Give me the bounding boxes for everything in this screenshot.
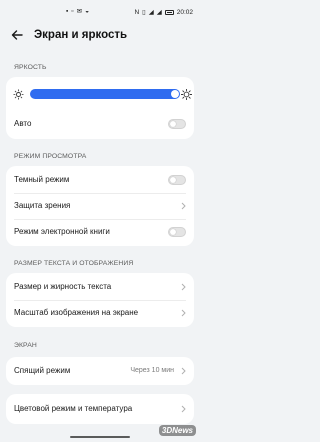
wifi-icon: ◒ <box>85 8 90 15</box>
brightness-slider-thumb[interactable] <box>171 90 179 98</box>
color-card: Цветовой режим и температура <box>6 394 194 424</box>
chevron-right-icon <box>181 405 186 413</box>
status-icons-right: N ▯ ◢ ◢ 20:02 <box>134 9 193 16</box>
eye-comfort-row[interactable]: Защита зрения <box>6 193 194 219</box>
text-display-card: Размер и жирность текста Масштаб изображ… <box>6 273 194 327</box>
auto-brightness-row[interactable]: Авто <box>6 111 194 137</box>
sleep-row[interactable]: Спящий режим Через 10 мин <box>6 358 194 384</box>
chevron-right-icon <box>181 309 186 317</box>
signal-icon: ◢ <box>148 8 154 16</box>
section-label-view-mode: РЕЖИМ ПРОСМОТРА <box>14 153 87 160</box>
page-title: Экран и яркость <box>34 29 128 41</box>
ebook-mode-label: Режим электронной книги <box>14 227 110 236</box>
notification-icon: ▪ <box>66 8 69 15</box>
view-mode-card: Темный режим Защита зрения Режим электро… <box>6 166 194 246</box>
brightness-slider[interactable] <box>30 89 180 99</box>
ebook-mode-row[interactable]: Режим электронной книги <box>6 219 194 245</box>
color-mode-label: Цветовой режим и температура <box>14 404 133 413</box>
display-scale-row[interactable]: Масштаб изображения на экране <box>6 300 194 326</box>
auto-brightness-toggle[interactable] <box>168 119 186 129</box>
message-icon: ✉ <box>76 8 83 15</box>
header: Экран и яркость <box>0 25 200 47</box>
vibrate-icon: ▯ <box>142 8 146 16</box>
font-size-row[interactable]: Размер и жирность текста <box>6 274 194 300</box>
signal-icon-2: ◢ <box>156 8 162 16</box>
home-indicator <box>70 436 130 438</box>
section-label-brightness: ЯРКОСТЬ <box>14 64 47 71</box>
dark-mode-row[interactable]: Темный режим <box>6 167 194 193</box>
chevron-right-icon <box>181 367 186 375</box>
font-size-label: Размер и жирность текста <box>14 282 112 291</box>
display-scale-label: Масштаб изображения на экране <box>14 308 139 317</box>
brightness-high-icon <box>181 89 192 100</box>
sleep-card: Спящий режим Через 10 мин <box>6 357 194 385</box>
section-label-screen: ЭКРАН <box>14 342 37 349</box>
back-arrow-icon[interactable] <box>10 28 24 42</box>
chevron-right-icon <box>181 202 186 210</box>
brightness-low-icon <box>13 89 24 100</box>
status-time: 20:02 <box>176 9 193 16</box>
dark-mode-label: Темный режим <box>14 175 70 184</box>
chevron-right-icon <box>181 283 186 291</box>
status-bar: ▪ ▫ ✉ ◒ N ▯ ◢ ◢ 20:02 <box>0 0 200 22</box>
ebook-mode-toggle[interactable] <box>168 227 186 237</box>
eye-comfort-label: Защита зрения <box>14 201 71 210</box>
sleep-value: Через 10 мин <box>130 367 174 374</box>
color-mode-row[interactable]: Цветовой режим и температура <box>6 396 194 422</box>
image-icon: ▫ <box>71 8 74 15</box>
section-label-text-display: РАЗМЕР ТЕКСТА И ОТОБРАЖЕНИЯ <box>14 260 134 267</box>
brightness-card: Авто <box>6 77 194 139</box>
nfc-icon: N <box>134 8 140 16</box>
dark-mode-toggle[interactable] <box>168 175 186 185</box>
auto-brightness-label: Авто <box>14 119 32 128</box>
battery-icon <box>164 10 174 15</box>
sleep-label: Спящий режим <box>14 366 71 375</box>
watermark-logo: 3DNews <box>158 425 196 436</box>
status-icons-left: ▪ ▫ ✉ ◒ <box>66 8 90 15</box>
